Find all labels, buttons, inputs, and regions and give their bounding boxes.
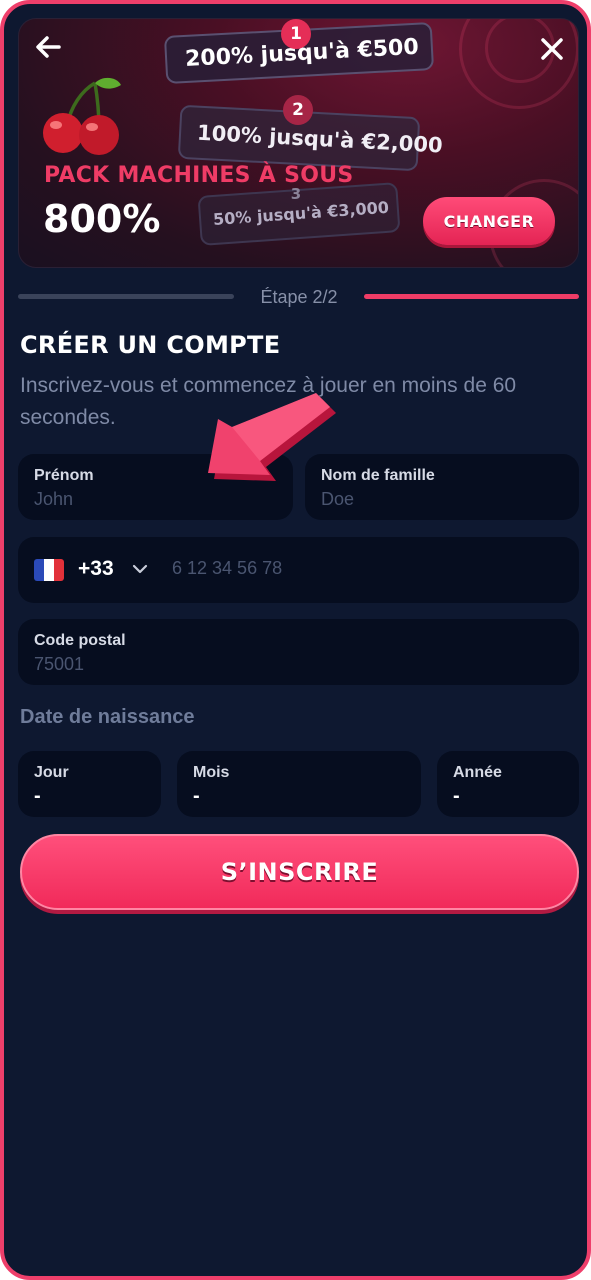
bonus-banner: 200% jusqu'à €500 1 100% jusqu'à €2,000 … xyxy=(18,18,579,268)
bonus-tier-text: 100% jusqu'à €2,000 xyxy=(196,120,444,158)
step-label: Étape 2/2 xyxy=(260,287,338,307)
first-name-label: Prénom xyxy=(34,467,94,484)
progress-bar-step-2 xyxy=(364,294,579,299)
close-icon[interactable] xyxy=(532,29,572,69)
first-name-placeholder: John xyxy=(34,489,74,509)
cherry-icon xyxy=(43,77,121,155)
change-pack-button[interactable]: CHANGER xyxy=(423,197,555,245)
page-title: CRÉER UN COMPTE xyxy=(20,331,281,359)
postal-code-field[interactable]: Code postal 75001 xyxy=(18,619,579,685)
dob-day-select[interactable]: Jour - xyxy=(18,751,161,817)
dob-month-value: - xyxy=(193,785,200,807)
dob-month-label: Mois xyxy=(193,764,230,781)
dob-day-label: Jour xyxy=(34,764,69,781)
last-name-field[interactable]: Nom de famille Doe xyxy=(305,454,579,520)
progress-bar-step-1 xyxy=(18,294,234,299)
dob-label: Date de naissance xyxy=(20,706,195,728)
tier-badge-2: 2 xyxy=(283,95,313,125)
france-flag-icon[interactable] xyxy=(34,559,64,581)
dob-year-label: Année xyxy=(453,764,502,781)
chevron-down-icon[interactable] xyxy=(130,559,150,579)
pack-title: PACK MACHINES À SOUS xyxy=(44,163,354,188)
dob-year-value: - xyxy=(453,785,460,807)
back-arrow-icon[interactable] xyxy=(29,27,69,67)
dob-day-value: - xyxy=(34,785,41,807)
pack-percent: 800% xyxy=(43,197,161,241)
dob-year-select[interactable]: Année - xyxy=(437,751,579,817)
country-code[interactable]: +33 xyxy=(78,557,114,581)
postal-code-placeholder: 75001 xyxy=(34,654,85,674)
pointer-arrow-icon xyxy=(208,393,336,481)
signup-button[interactable]: S’INSCRIRE xyxy=(20,834,579,910)
tier-badge-1: 1 xyxy=(281,19,311,49)
phone-placeholder: 6 12 34 56 78 xyxy=(172,558,283,578)
screen-frame: 200% jusqu'à €500 1 100% jusqu'à €2,000 … xyxy=(0,0,591,1280)
dob-month-select[interactable]: Mois - xyxy=(177,751,421,817)
phone-field[interactable]: +33 6 12 34 56 78 xyxy=(18,537,579,603)
postal-code-label: Code postal xyxy=(34,632,126,649)
